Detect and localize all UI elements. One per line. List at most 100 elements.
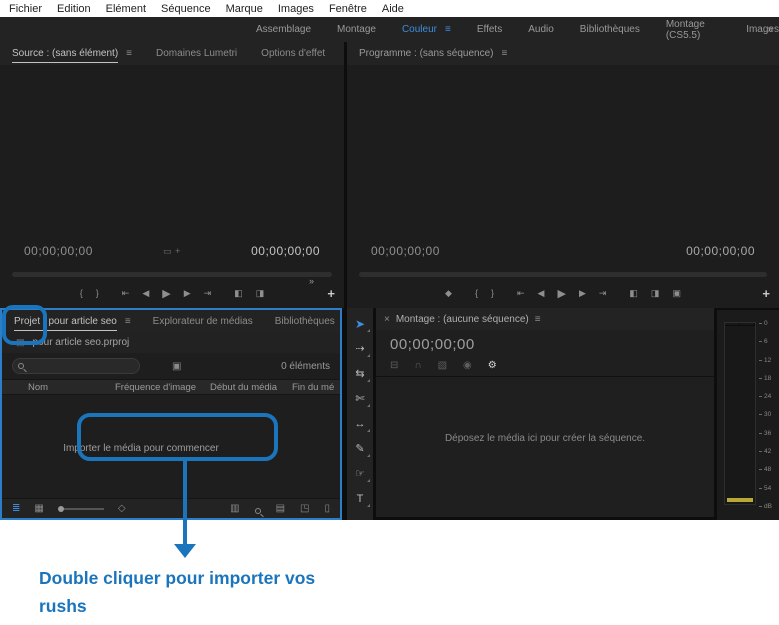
source-panel-menu-icon[interactable]: ≡ [126, 48, 132, 59]
tab-options-effet[interactable]: Options d'effet [261, 48, 325, 59]
tab-montage-sequence[interactable]: Montage : (aucune séquence) [396, 314, 529, 325]
project-filename: pour article seo.prproj [32, 337, 130, 348]
search-input[interactable] [28, 360, 128, 372]
column-fin-media[interactable]: Fin du mé [292, 382, 340, 393]
mark-in-icon[interactable]: { [475, 288, 478, 298]
delete-icon[interactable]: ▯ [324, 503, 330, 514]
source-zoom-scrollbar[interactable] [12, 272, 332, 277]
timeline-settings-wrench-icon[interactable]: ⚙ [488, 360, 497, 371]
tab-source[interactable]: Source : (sans élément) [12, 44, 119, 63]
workspace-bar: Assemblage Montage Couleur ≡ Effets Audi… [0, 17, 779, 42]
step-forward-icon[interactable]: ▶ [184, 288, 191, 299]
workspace-couleur[interactable]: Couleur [402, 24, 437, 35]
project-panel-menu-icon[interactable]: ≡ [125, 316, 131, 327]
premiere-window: Fichier Edition Elément Séquence Marque … [0, 0, 779, 625]
add-marker-icon[interactable]: ◉ [463, 360, 472, 371]
find-icon[interactable] [254, 508, 261, 514]
type-tool[interactable]: T [349, 487, 371, 510]
source-add-button-icon[interactable]: + [327, 286, 335, 301]
project-panel-tabs: Projet : pour article seo ≡ Explorateur … [2, 310, 340, 332]
razor-icon: ✄ [355, 393, 365, 405]
step-back-icon[interactable]: ◀ [142, 288, 149, 299]
track-select-forward-icon: ⇢ [355, 343, 365, 355]
selection-tool[interactable]: ➤ [349, 312, 371, 335]
nest-sequence-icon[interactable]: ⊟ [390, 360, 398, 371]
go-to-in-icon[interactable]: ⇤ [517, 288, 525, 299]
source-transport-more-icon[interactable]: » [309, 276, 314, 286]
mark-out-icon[interactable]: } [491, 288, 494, 298]
close-panel-icon[interactable]: × [384, 314, 390, 325]
adjust-icon[interactable]: ◇ [118, 503, 126, 514]
snap-icon[interactable]: ∩ [414, 360, 421, 371]
list-view-icon[interactable]: ≣ [12, 503, 20, 514]
program-add-button-icon[interactable]: + [762, 286, 770, 301]
menu-fenetre[interactable]: Fenêtre [329, 3, 367, 15]
track-select-forward-tool[interactable]: ⇢ [349, 337, 371, 360]
menu-edition[interactable]: Edition [57, 3, 91, 15]
menu-images[interactable]: Images [278, 3, 314, 15]
go-to-out-icon[interactable]: ⇥ [599, 288, 607, 299]
add-marker-icon[interactable]: ◆ [445, 288, 452, 299]
razor-tool[interactable]: ✄ [349, 387, 371, 410]
timeline-timecode[interactable]: 00;00;00;00 [390, 336, 475, 353]
timeline-panel-menu-icon[interactable]: ≡ [535, 314, 541, 325]
ripple-edit-tool[interactable]: ⇆ [349, 362, 371, 385]
workspace-effets[interactable]: Effets [477, 24, 502, 35]
workspace-montage-cs55[interactable]: Montage (CS5.5) [666, 19, 720, 41]
overwrite-icon[interactable]: ◨ [256, 288, 265, 299]
tab-bibliotheques[interactable]: Bibliothèques [275, 316, 335, 327]
workspace-audio[interactable]: Audio [528, 24, 554, 35]
audio-meter-bar[interactable] [724, 322, 756, 505]
column-debut-media[interactable]: Début du média [210, 382, 292, 393]
go-to-in-icon[interactable]: ⇤ [122, 288, 130, 299]
program-timecode-row: 00;00;00;00 00;00;00;00 [347, 244, 779, 258]
play-icon[interactable]: ▶ [162, 287, 170, 300]
project-search-box[interactable] [12, 358, 140, 374]
search-bin-icon[interactable]: ▣ [172, 361, 181, 372]
slip-tool[interactable]: ↔ [349, 412, 371, 435]
hand-tool[interactable]: ☞ [349, 462, 371, 485]
program-zoom-scrollbar[interactable] [359, 272, 767, 277]
tab-programme[interactable]: Programme : (sans séquence) [359, 48, 494, 59]
column-frequence[interactable]: Fréquence d'image [115, 382, 210, 393]
source-zoom-settings-icons[interactable]: ▭ + [0, 246, 344, 257]
step-back-icon[interactable]: ◀ [538, 288, 545, 299]
mark-out-icon[interactable]: } [96, 288, 99, 298]
step-forward-icon[interactable]: ▶ [579, 288, 586, 299]
menu-element[interactable]: Elément [106, 3, 146, 15]
pen-tool[interactable]: ✎ [349, 437, 371, 460]
export-frame-icon[interactable]: ▣ [672, 288, 681, 299]
workspace-images[interactable]: Images [746, 24, 779, 35]
annotation-rect-import-media [77, 413, 278, 461]
extract-icon[interactable]: ◨ [651, 288, 660, 299]
workspace-bibliotheques[interactable]: Bibliothèques [580, 24, 640, 35]
mark-in-icon[interactable]: { [80, 288, 83, 298]
play-icon[interactable]: ▶ [557, 287, 565, 300]
tab-domaines-lumetri[interactable]: Domaines Lumetri [156, 48, 237, 59]
linked-selection-icon[interactable]: ▧ [438, 360, 447, 371]
lift-icon[interactable]: ◧ [629, 288, 638, 299]
project-file-row[interactable]: ▤ pour article seo.prproj [2, 332, 340, 353]
timeline-drop-message[interactable]: Déposez le média ici pour créer la séque… [376, 433, 714, 444]
automate-to-sequence-icon[interactable]: ▥ [230, 503, 239, 514]
program-panel-tabs: Programme : (sans séquence) ≡ [347, 42, 779, 65]
workspace-montage[interactable]: Montage [337, 24, 376, 35]
column-nom[interactable]: Nom [28, 382, 115, 393]
zoom-slider[interactable] [57, 505, 104, 512]
workspace-menu-icon[interactable]: ≡ [445, 24, 451, 35]
workspace-assemblage[interactable]: Assemblage [256, 24, 311, 35]
menu-sequence[interactable]: Séquence [161, 3, 211, 15]
project-search-row: ▣ 0 éléments [2, 353, 340, 379]
menu-aide[interactable]: Aide [382, 3, 404, 15]
workspace-overflow-icon[interactable]: » [767, 24, 773, 35]
icon-view-icon[interactable]: ▦ [34, 503, 43, 514]
tab-explorateur-medias[interactable]: Explorateur de médias [153, 316, 253, 327]
menu-marque[interactable]: Marque [226, 3, 263, 15]
audio-level-indicator [727, 498, 753, 502]
menu-fichier[interactable]: Fichier [9, 3, 42, 15]
new-bin-icon[interactable]: ▤ [276, 503, 285, 514]
go-to-out-icon[interactable]: ⇥ [204, 288, 212, 299]
insert-icon[interactable]: ◧ [234, 288, 243, 299]
new-item-icon[interactable]: ◳ [300, 503, 309, 514]
program-panel-menu-icon[interactable]: ≡ [502, 48, 508, 59]
